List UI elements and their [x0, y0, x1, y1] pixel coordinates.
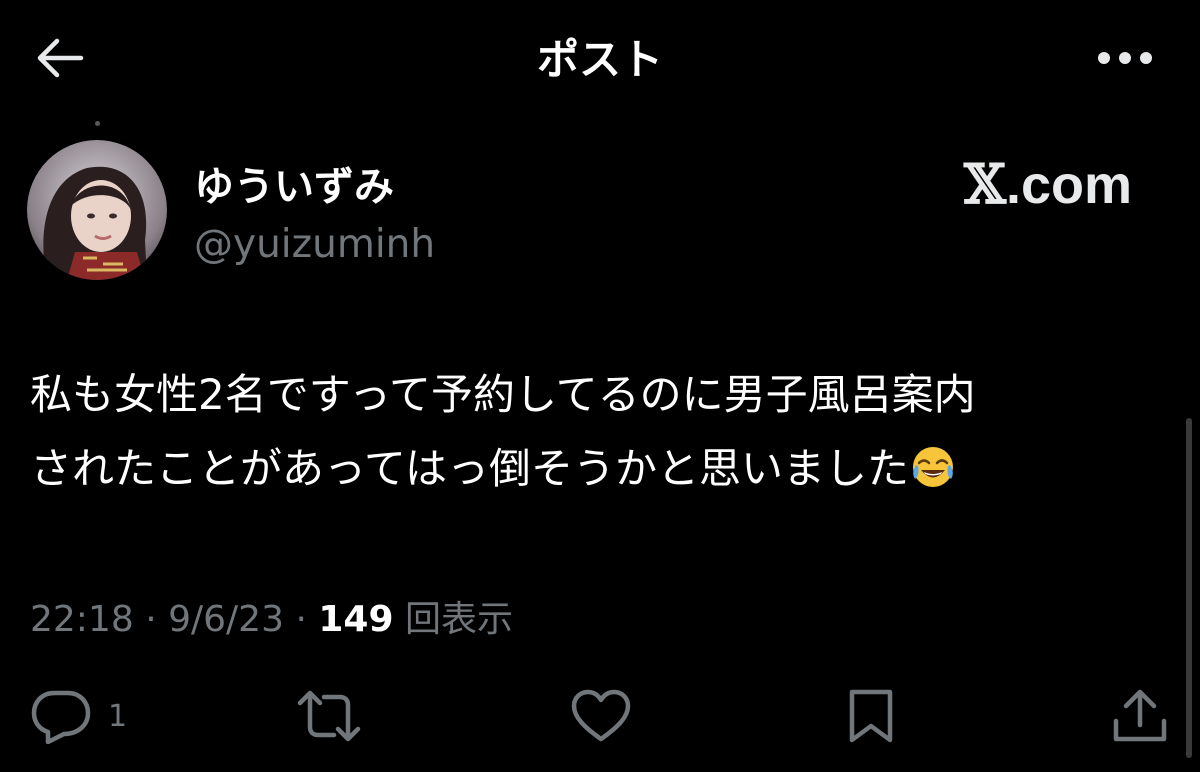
post-meta: 22:18 · 9/6/23 · 149 回表示: [30, 590, 513, 642]
bookmark-button[interactable]: [846, 680, 896, 752]
reply-icon: [31, 690, 91, 744]
repost-button[interactable]: [296, 680, 362, 752]
arrow-left-icon: [37, 38, 84, 78]
post-text: 私も女性2名ですって予約してるのに男子風呂案内 されたことがあってはっ倒そうかと…: [30, 358, 1180, 506]
repost-icon: [297, 690, 361, 742]
display-name[interactable]: ゆういずみ: [194, 154, 394, 212]
watermark: 𝕏.com: [964, 152, 1132, 216]
more-button[interactable]: [1090, 30, 1160, 86]
action-bar: 1: [0, 680, 1200, 752]
post-text-line: 私も女性2名ですって予約してるのに男子風呂案内: [30, 370, 976, 419]
header-bar: ポスト: [0, 0, 1200, 110]
avatar[interactable]: [27, 140, 167, 280]
avatar-photo: [27, 140, 167, 280]
reply-count: 1: [108, 698, 128, 734]
views-count: 149: [318, 599, 394, 640]
meta-separator: ·: [295, 599, 307, 640]
page-title: ポスト: [536, 35, 663, 84]
post-text-line: されたことがあってはっ倒そうかと思いました: [30, 432, 1180, 506]
watermark-domain: .com: [1005, 155, 1132, 215]
post-date: 9/6/23: [168, 599, 284, 640]
share-button[interactable]: [1110, 680, 1170, 752]
share-icon: [1113, 689, 1167, 742]
post-time: 22:18: [30, 599, 134, 640]
back-button[interactable]: [30, 30, 90, 86]
views-label: 回表示: [404, 599, 513, 640]
like-icon: [571, 689, 631, 742]
face-with-tears-of-joy-icon: [913, 447, 954, 487]
x-logo-glyph: 𝕏: [964, 152, 1006, 216]
reply-button[interactable]: 1: [30, 680, 127, 752]
user-handle[interactable]: @yuizumin​h: [194, 222, 435, 267]
meta-separator: ·: [145, 599, 157, 640]
more-horizontal-icon: [1098, 52, 1152, 64]
bookmark-icon: [849, 689, 893, 743]
post-text-line-content: されたことがあってはっ倒そうかと思いました: [30, 444, 910, 493]
scrollbar[interactable]: [1186, 418, 1192, 758]
thread-connector-dot: [95, 121, 100, 126]
like-button[interactable]: [570, 680, 632, 752]
